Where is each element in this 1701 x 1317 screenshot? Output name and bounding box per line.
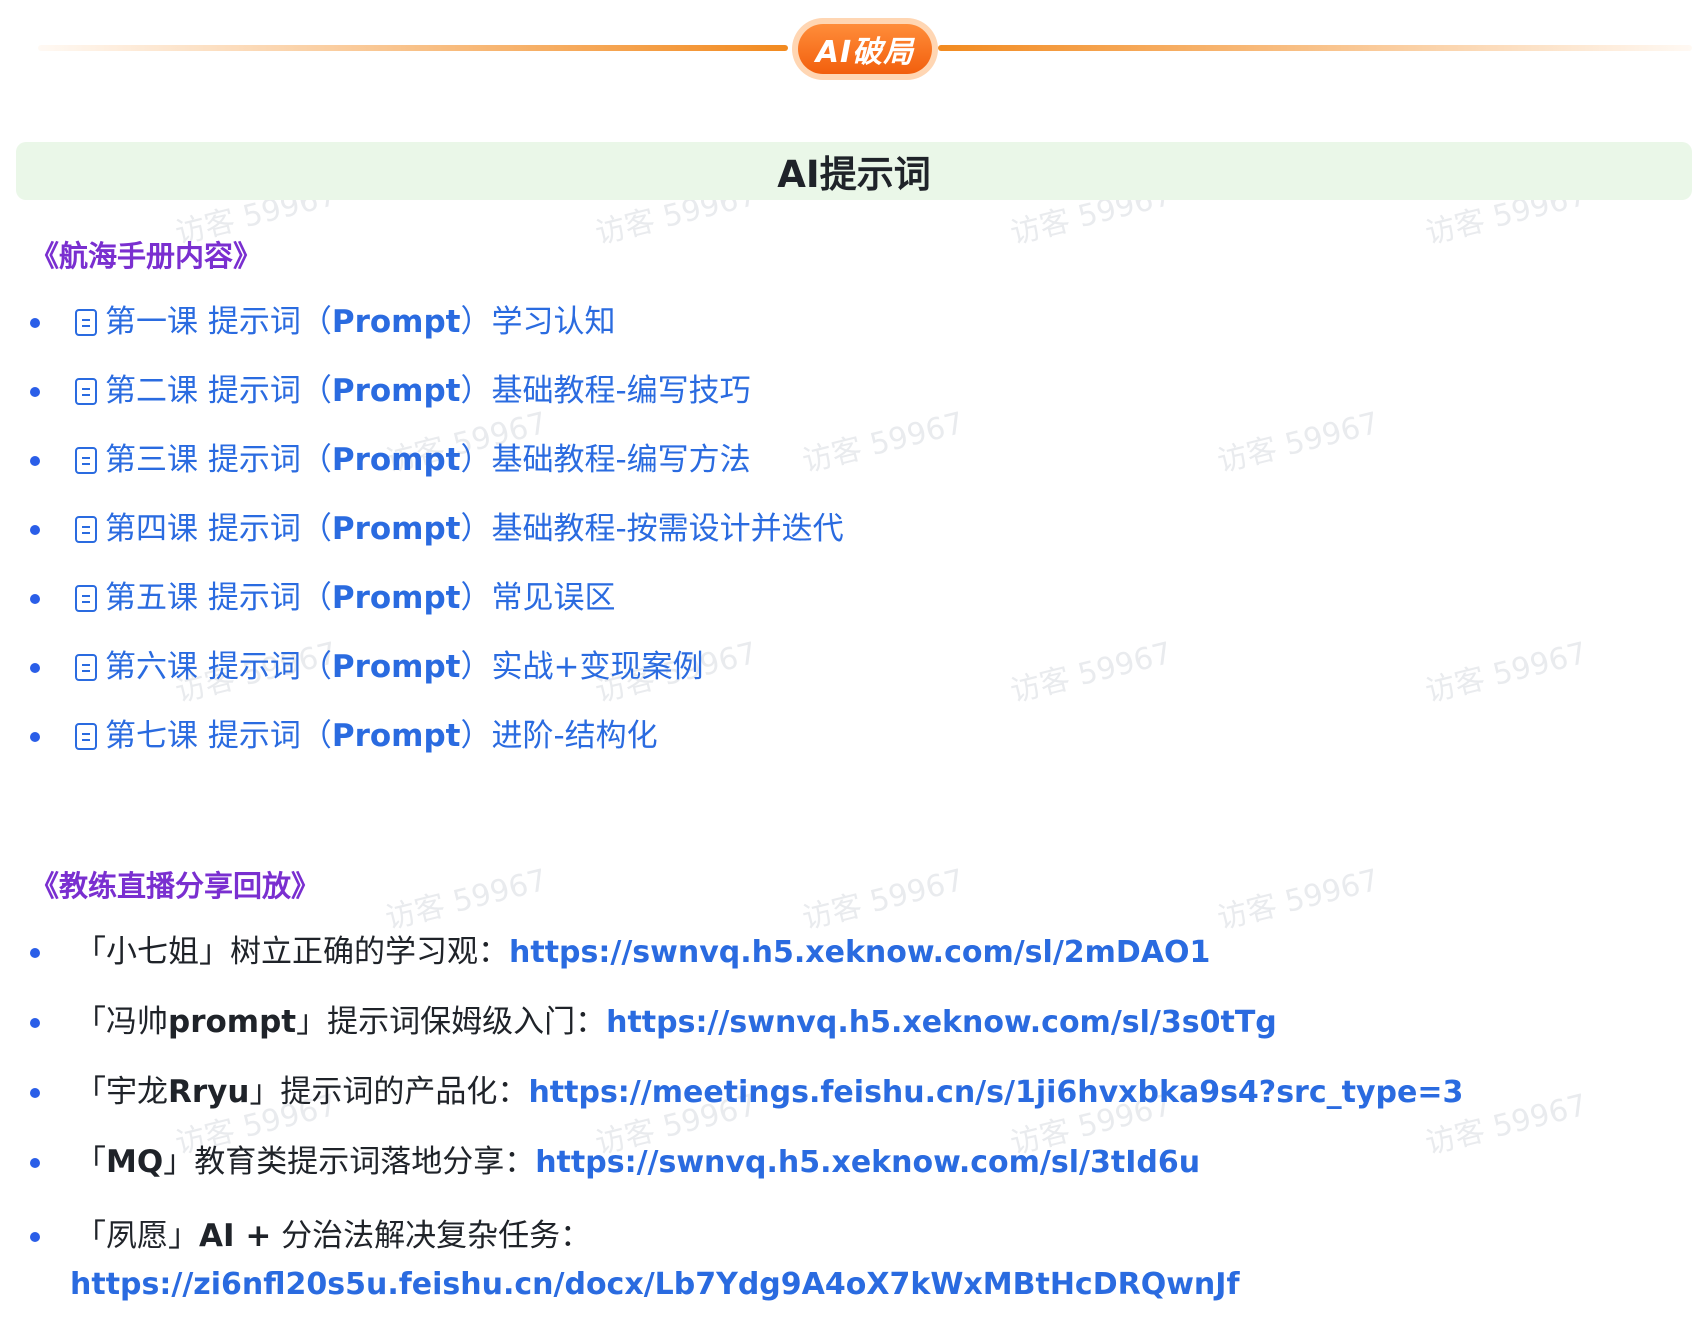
link-text: ）实战+变现案例 bbox=[460, 649, 704, 685]
list-item: 第二课 提示词（Prompt）基础教程-编写技巧 bbox=[0, 371, 844, 411]
replay-heading: 《教练直播分享回放》 bbox=[30, 869, 321, 903]
bullet-icon bbox=[30, 1088, 40, 1098]
replay-url-link[interactable]: https://meetings.feishu.cn/s/1ji6hvxbka9… bbox=[528, 1075, 1463, 1110]
item-text: 「MQ」教育类提示词落地分享： bbox=[75, 1144, 535, 1180]
bullet-icon bbox=[30, 948, 40, 958]
handbook-list: 第一课 提示词（Prompt）学习认知 第二课 提示词（Prompt）基础教程-… bbox=[0, 302, 844, 756]
list-item: 「冯帅prompt」提示词保姆级入门：https://swnvq.h5.xekn… bbox=[0, 1002, 1463, 1043]
list-item: 「夙愿」AI + 分治法解决复杂任务： https://zi6nfl20s5u.… bbox=[0, 1212, 1463, 1309]
list-item: 第七课 提示词（Prompt）进阶-结构化 bbox=[0, 716, 844, 756]
doc-link[interactable]: 第二课 提示词（Prompt）基础教程-编写技巧 bbox=[75, 373, 751, 409]
item-text: 「小七姐」树立正确的学习观： bbox=[75, 934, 509, 970]
document-icon bbox=[75, 654, 97, 681]
link-text-bold: Prompt bbox=[331, 580, 461, 616]
link-text: 第四课 提示词（ bbox=[105, 511, 332, 547]
link-text-bold: Prompt bbox=[331, 442, 461, 478]
item-text: 「宇龙Rryu」提示词的产品化： bbox=[75, 1074, 528, 1110]
link-text: 第一课 提示词（ bbox=[105, 304, 332, 340]
top-banner: AI破局 bbox=[38, 18, 1692, 80]
link-text: ）常见误区 bbox=[460, 580, 616, 616]
item-label: 「冯帅 bbox=[75, 1004, 168, 1040]
list-item: 第四课 提示词（Prompt）基础教程-按需设计并迭代 bbox=[0, 509, 844, 549]
list-item: 「MQ」教育类提示词落地分享：https://swnvq.h5.xeknow.c… bbox=[0, 1142, 1463, 1183]
bullet-icon bbox=[30, 318, 40, 328]
list-item: 「宇龙Rryu」提示词的产品化：https://meetings.feishu.… bbox=[0, 1072, 1463, 1113]
list-item: 第五课 提示词（Prompt）常见误区 bbox=[0, 578, 844, 618]
replay-url-link[interactable]: https://swnvq.h5.xeknow.com/sl/3s0tTg bbox=[606, 1005, 1277, 1040]
doc-link[interactable]: 第六课 提示词（Prompt）实战+变现案例 bbox=[75, 649, 703, 685]
link-text: 第二课 提示词（ bbox=[105, 373, 332, 409]
banner-divider-left bbox=[38, 45, 788, 51]
bullet-icon bbox=[30, 732, 40, 742]
list-item: 第六课 提示词（Prompt）实战+变现案例 bbox=[0, 647, 844, 687]
link-text: ）学习认知 bbox=[460, 304, 616, 340]
title-callout: AI提示词 bbox=[16, 142, 1692, 200]
item-label: 」教育类提示词落地分享： bbox=[163, 1144, 536, 1180]
link-text: ）基础教程-编写方法 bbox=[460, 442, 751, 478]
item-label-bold: MQ bbox=[106, 1144, 164, 1180]
link-text: 第三课 提示词（ bbox=[105, 442, 332, 478]
item-label: 」提示词保姆级入门： bbox=[296, 1004, 607, 1040]
doc-link[interactable]: 第五课 提示词（Prompt）常见误区 bbox=[75, 580, 615, 616]
doc-link[interactable]: 第七课 提示词（Prompt）进阶-结构化 bbox=[75, 718, 658, 754]
bullet-icon bbox=[30, 387, 40, 397]
doc-link[interactable]: 第一课 提示词（Prompt）学习认知 bbox=[75, 304, 615, 340]
list-item: 第一课 提示词（Prompt）学习认知 bbox=[0, 302, 844, 342]
link-text-bold: Prompt bbox=[331, 511, 461, 547]
page-title: AI提示词 bbox=[777, 153, 931, 196]
item-label: 「 bbox=[75, 1144, 106, 1180]
link-text: 第五课 提示词（ bbox=[105, 580, 332, 616]
handbook-heading: 《航海手册内容》 bbox=[30, 239, 263, 273]
link-text: ）基础教程-按需设计并迭代 bbox=[460, 511, 844, 547]
item-label: 分治法解决复杂任务： bbox=[271, 1218, 592, 1254]
link-text: ）基础教程-编写技巧 bbox=[460, 373, 751, 409]
bullet-icon bbox=[30, 456, 40, 466]
link-text-bold: Prompt bbox=[331, 649, 461, 685]
link-text: 第七课 提示词（ bbox=[105, 718, 332, 754]
item-label-bold: prompt bbox=[168, 1004, 297, 1040]
item-label-bold: AI + bbox=[199, 1218, 272, 1254]
ai-pojv-logo: AI破局 bbox=[792, 18, 938, 80]
list-item: 第三课 提示词（Prompt）基础教程-编写方法 bbox=[0, 440, 844, 480]
item-label-bold: Rryu bbox=[168, 1074, 250, 1110]
logo-text: AI破局 bbox=[798, 24, 932, 74]
replay-url-link[interactable]: https://zi6nfl20s5u.feishu.cn/docx/Lb7Yd… bbox=[70, 1267, 1240, 1302]
bullet-icon bbox=[30, 525, 40, 535]
item-label: 「夙愿」 bbox=[75, 1218, 199, 1254]
bullet-icon bbox=[30, 594, 40, 604]
link-text-bold: Prompt bbox=[331, 304, 461, 340]
link-text: ）进阶-结构化 bbox=[460, 718, 658, 754]
item-label: 「小七姐」树立正确的学习观： bbox=[75, 934, 509, 970]
link-text-bold: Prompt bbox=[331, 373, 461, 409]
doc-link[interactable]: 第四课 提示词（Prompt）基础教程-按需设计并迭代 bbox=[75, 511, 844, 547]
document-icon bbox=[75, 309, 97, 336]
list-item: 「小七姐」树立正确的学习观：https://swnvq.h5.xeknow.co… bbox=[0, 932, 1463, 973]
item-label: 」提示词的产品化： bbox=[249, 1074, 529, 1110]
item-text: 「冯帅prompt」提示词保姆级入门： bbox=[75, 1004, 606, 1040]
item-label: 「宇龙 bbox=[75, 1074, 168, 1110]
replay-list: 「小七姐」树立正确的学习观：https://swnvq.h5.xeknow.co… bbox=[0, 932, 1463, 1309]
bullet-icon bbox=[30, 663, 40, 673]
document-icon bbox=[75, 585, 97, 612]
link-text-bold: Prompt bbox=[331, 718, 461, 754]
replay-url-link[interactable]: https://swnvq.h5.xeknow.com/sl/3tId6u bbox=[535, 1145, 1200, 1180]
bullet-icon bbox=[30, 1232, 40, 1242]
document-icon bbox=[75, 723, 97, 750]
document-icon bbox=[75, 447, 97, 474]
document-icon bbox=[75, 516, 97, 543]
document-icon bbox=[75, 378, 97, 405]
bullet-icon bbox=[30, 1018, 40, 1028]
document-body: AI破局 AI提示词 《航海手册内容》 第一课 提示词（Prompt）学习认知 … bbox=[0, 0, 1701, 1317]
replay-url-link[interactable]: https://swnvq.h5.xeknow.com/sl/2mDAO1 bbox=[509, 935, 1210, 970]
banner-divider-right bbox=[938, 45, 1692, 51]
doc-link[interactable]: 第三课 提示词（Prompt）基础教程-编写方法 bbox=[75, 442, 751, 478]
link-text: 第六课 提示词（ bbox=[105, 649, 332, 685]
item-text: 「夙愿」AI + 分治法解决复杂任务： bbox=[75, 1218, 591, 1254]
bullet-icon bbox=[30, 1158, 40, 1168]
